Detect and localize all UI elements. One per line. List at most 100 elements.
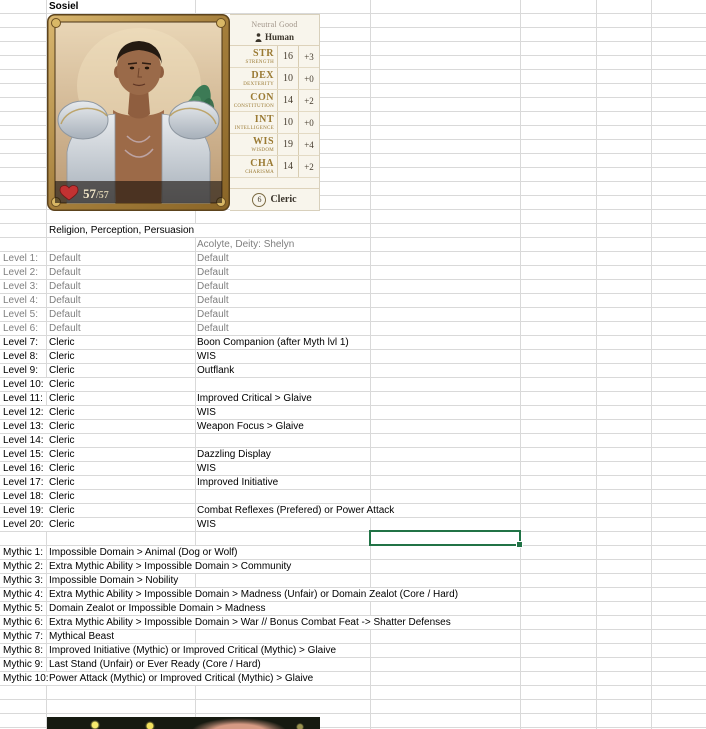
level-class-cell[interactable]: Cleric [49, 490, 78, 503]
ability-score: 10 [277, 112, 299, 133]
level-feat-cell[interactable]: Default [197, 252, 232, 265]
level-label[interactable]: Level 17: [3, 476, 47, 489]
level-class-cell[interactable]: Default [49, 266, 84, 279]
sheet-row: Level 5: Default Default [0, 308, 706, 321]
level-label[interactable]: Level 7: [3, 336, 42, 349]
level-feat-cell[interactable]: WIS [197, 518, 219, 531]
mythic-value-cell[interactable]: Power Attack (Mythic) or Improved Critic… [49, 672, 317, 685]
level-label[interactable]: Level 20: [3, 518, 47, 531]
sheet-row: Level 9: Cleric Outflank [0, 364, 706, 377]
level-feat-cell[interactable]: WIS [197, 406, 219, 419]
sheet-row: Mythic 6: Extra Mythic Ability > Impossib… [0, 616, 706, 629]
mythic-label[interactable]: Mythic 6: [3, 616, 47, 629]
mythic-label[interactable]: Mythic 10: [3, 672, 52, 685]
level-label[interactable]: Level 9: [3, 364, 42, 377]
mythic-value-cell[interactable]: Mythical Beast [49, 630, 118, 643]
mythic-label[interactable]: Mythic 2: [3, 560, 47, 573]
second-portrait-image[interactable] [47, 717, 320, 729]
mythic-label[interactable]: Mythic 7: [3, 630, 47, 643]
level-label[interactable]: Level 14: [3, 434, 47, 447]
level-class-cell[interactable]: Cleric [49, 364, 78, 377]
background-cell[interactable]: Acolyte, Deity: Shelyn [197, 238, 298, 251]
mythic-value-cell[interactable]: Impossible Domain > Nobility [49, 574, 182, 587]
selected-cell[interactable] [369, 530, 523, 548]
ability-label: INT INTELLIGENCE [234, 113, 274, 131]
level-class-cell[interactable]: Cleric [49, 420, 78, 433]
level-class-cell[interactable]: Cleric [49, 350, 78, 363]
mythic-value-cell[interactable]: Improved Initiative (Mythic) or Improved… [49, 644, 340, 657]
level-label[interactable]: Level 2: [3, 266, 42, 279]
sheet-row: Level 6: Default Default [0, 322, 706, 335]
level-feat-cell[interactable]: Combat Reflexes (Prefered) or Power Atta… [197, 504, 398, 517]
character-name-cell[interactable]: Sosiel [49, 0, 82, 13]
level-class-cell[interactable]: Cleric [49, 406, 78, 419]
mythic-value-cell[interactable]: Extra Mythic Ability > Impossible Domain… [49, 616, 454, 629]
level-feat-cell[interactable]: WIS [197, 462, 219, 475]
level-label[interactable]: Level 1: [3, 252, 42, 265]
level-label[interactable]: Level 6: [3, 322, 42, 335]
level-class-cell[interactable]: Default [49, 308, 84, 321]
level-class-cell[interactable]: Cleric [49, 448, 78, 461]
ability-score: 10 [277, 68, 299, 89]
level-feat-cell[interactable]: Default [197, 322, 232, 335]
mythic-label[interactable]: Mythic 8: [3, 644, 47, 657]
ability-row: WIS WISDOM 19 +4 [230, 134, 319, 156]
level-feat-cell[interactable]: Outflank [197, 364, 238, 377]
level-class-cell[interactable]: Cleric [49, 392, 78, 405]
sheet-row: Level 17: Cleric Improved Initiative [0, 476, 706, 489]
mythic-value-cell[interactable]: Extra Mythic Ability > Impossible Domain… [49, 560, 295, 573]
mythic-value-cell[interactable]: Domain Zealot or Impossible Domain > Mad… [49, 602, 269, 615]
level-feat-cell[interactable]: WIS [197, 350, 219, 363]
level-feat-cell[interactable]: Weapon Focus > Glaive [197, 420, 307, 433]
level-label[interactable]: Level 8: [3, 350, 42, 363]
mythic-label[interactable]: Mythic 9: [3, 658, 47, 671]
selection-fill-handle[interactable] [516, 541, 523, 548]
level-label[interactable]: Level 15: [3, 448, 47, 461]
level-feat-cell[interactable]: Default [197, 308, 232, 321]
race-label: Human [264, 32, 294, 42]
level-feat-cell[interactable]: Improved Critical > Glaive [197, 392, 315, 405]
level-label[interactable]: Level 4: [3, 294, 42, 307]
class-row: 6 Cleric [230, 188, 319, 210]
level-label[interactable]: Level 13: [3, 420, 47, 433]
mythic-value-cell[interactable]: Extra Mythic Ability > Impossible Domain… [49, 588, 462, 601]
level-class-cell[interactable]: Default [49, 322, 84, 335]
level-label[interactable]: Level 11: [3, 392, 46, 405]
skills-cell[interactable]: Religion, Perception, Persuasion [49, 224, 198, 237]
mythic-label[interactable]: Mythic 4: [3, 588, 47, 601]
level-label[interactable]: Level 18: [3, 490, 47, 503]
level-class-cell[interactable]: Cleric [49, 518, 78, 531]
mythic-label[interactable]: Mythic 5: [3, 602, 47, 615]
character-card-image[interactable]: 57/57 Neutral Good Human STR STRENGTH 16 +3… [47, 14, 320, 211]
level-feat-cell[interactable]: Default [197, 294, 232, 307]
race-row: Human [230, 32, 319, 42]
level-label[interactable]: Level 5: [3, 308, 42, 321]
level-feat-cell[interactable]: Default [197, 280, 232, 293]
mythic-value-cell[interactable]: Last Stand (Unfair) or Ever Ready (Core … [49, 658, 264, 671]
level-label[interactable]: Level 19: [3, 504, 47, 517]
sheet-row: Mythic 5: Domain Zealot or Impossible Dom… [0, 602, 706, 615]
level-class-cell[interactable]: Default [49, 280, 84, 293]
level-label[interactable]: Level 3: [3, 280, 42, 293]
level-class-cell[interactable]: Cleric [49, 336, 78, 349]
level-feat-cell[interactable]: Boon Companion (after Myth lvl 1) [197, 336, 352, 349]
level-feat-cell[interactable]: Default [197, 266, 232, 279]
mythic-label[interactable]: Mythic 3: [3, 574, 47, 587]
level-class-cell[interactable]: Cleric [49, 504, 78, 517]
sheet-row: Level 1: Default Default [0, 252, 706, 265]
level-feat-cell[interactable]: Improved Initiative [197, 476, 282, 489]
level-class-cell[interactable]: Cleric [49, 434, 78, 447]
level-class-cell[interactable]: Default [49, 252, 84, 265]
level-label[interactable]: Level 16: [3, 462, 47, 475]
level-class-cell[interactable]: Cleric [49, 462, 78, 475]
level-class-cell[interactable]: Default [49, 294, 84, 307]
sheet-row: Mythic 4: Extra Mythic Ability > Impossib… [0, 588, 706, 601]
mythic-value-cell[interactable]: Impossible Domain > Animal (Dog or Wolf) [49, 546, 241, 559]
hp-bar: 57/57 [55, 181, 222, 203]
level-label[interactable]: Level 12: [3, 406, 47, 419]
level-feat-cell[interactable]: Dazzling Display [197, 448, 274, 461]
level-class-cell[interactable]: Cleric [49, 476, 78, 489]
level-label[interactable]: Level 10: [3, 378, 47, 391]
level-class-cell[interactable]: Cleric [49, 378, 78, 391]
mythic-label[interactable]: Mythic 1: [3, 546, 47, 559]
